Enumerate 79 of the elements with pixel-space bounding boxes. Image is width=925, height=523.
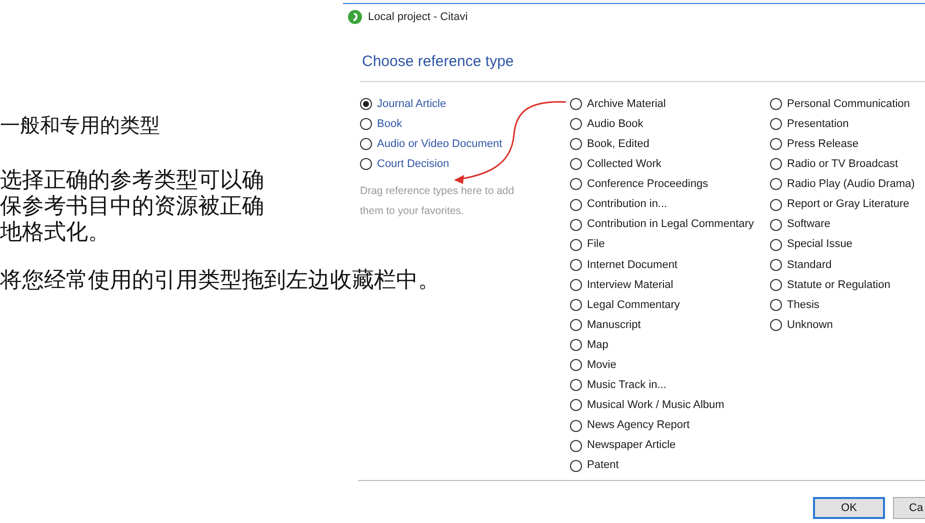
notes-heading: 一般和专用的类型 [0,114,161,139]
reference-type-label[interactable]: Unknown [787,316,833,334]
radio-button[interactable] [570,158,582,170]
radio-button[interactable] [570,440,582,452]
radio-button[interactable] [770,98,782,110]
radio-button[interactable] [570,379,582,392]
radio-button[interactable] [570,218,582,231]
radio-button[interactable] [570,278,582,291]
radio-button[interactable] [770,278,782,291]
radio-button[interactable] [360,118,372,130]
radio-button[interactable] [570,118,582,130]
reference-type-label[interactable]: Musical Work / Music Album [587,397,724,414]
radio-button[interactable] [770,218,782,231]
favorites-hint: Drag reference types here to add them to your favorites. [360,184,516,220]
reference-type-label[interactable]: Standard [787,256,832,274]
reference-type-label[interactable]: Contribution in... [587,196,668,213]
reference-type-label[interactable]: Book, Edited [587,136,650,152]
radio-button[interactable] [770,198,782,211]
app-logo-icon [348,10,362,24]
notes-paragraph: 将您经常使用的引用类型拖到左边收藏栏中。 [0,267,441,293]
reference-type-label[interactable]: News Agency Report [587,417,690,434]
reference-type-label[interactable]: Archive Material [587,96,666,112]
reference-type-label[interactable]: Journal Article [377,96,446,112]
radio-button[interactable] [570,319,582,332]
reference-type-label[interactable]: Press Release [787,136,859,152]
reference-type-label[interactable]: Software [787,216,830,233]
radio-button[interactable] [570,198,582,211]
window-title: Local project - Citavi [368,10,468,25]
reference-type-label[interactable]: Presentation [787,116,849,132]
radio-button[interactable] [770,258,782,271]
radio-button[interactable] [770,238,782,251]
reference-type-label[interactable]: Court Decision [377,156,450,173]
reference-type-label[interactable]: Internet Document [587,256,678,274]
radio-button[interactable] [570,178,582,190]
dialog-button[interactable]: Ca [893,497,925,519]
radio-button[interactable] [770,178,782,190]
radio-button[interactable] [570,339,582,352]
reference-type-label[interactable]: Conference Proceedings [587,176,708,193]
dialog-heading: Choose reference type [362,53,514,70]
radio-button[interactable] [570,258,582,271]
reference-type-label[interactable]: Audio or Video Document [377,136,502,152]
radio-button[interactable] [360,138,372,150]
radio-button[interactable] [570,98,582,110]
reference-type-label[interactable]: File [587,236,605,253]
reference-type-label[interactable]: Newspaper Article [587,437,676,454]
reference-type-label[interactable]: Audio Book [587,116,644,132]
reference-type-label[interactable]: Contribution in Legal Commentary [587,216,754,233]
reference-type-label[interactable]: Map [587,336,608,354]
radio-button[interactable] [770,118,782,130]
reference-type-label[interactable]: Special Issue [787,236,852,253]
reference-type-label[interactable]: Personal Communication [787,96,910,112]
reference-type-label[interactable]: Radio Play (Audio Drama) [787,176,915,193]
reference-type-label[interactable]: Movie [587,357,616,374]
notes-paragraph: 选择正确的参考类型可以确保参考书目中的资源被正确地格式化。 [0,167,265,245]
radio-button[interactable] [770,138,782,150]
reference-type-label[interactable]: Music Track in... [587,377,666,394]
radio-button[interactable] [570,420,582,432]
radio-button[interactable] [570,138,582,150]
radio-button[interactable] [570,460,582,472]
reference-type-label[interactable]: Interview Material [587,276,674,294]
radio-button[interactable] [570,298,582,311]
reference-type-label[interactable]: Patent [587,457,619,474]
reference-type-label[interactable]: Statute or Regulation [787,276,890,294]
radio-button[interactable] [570,238,582,251]
radio-button[interactable] [770,158,782,170]
radio-button[interactable] [360,98,372,110]
radio-button[interactable] [570,399,582,412]
reference-type-label[interactable]: Report or Gray Literature [787,196,910,213]
radio-button[interactable] [570,359,582,372]
reference-type-label[interactable]: Thesis [787,296,820,314]
reference-type-label[interactable]: Radio or TV Broadcast [787,156,898,173]
reference-type-label[interactable]: Book [377,116,402,132]
reference-type-label[interactable]: Manuscript [587,316,641,334]
reference-type-label[interactable]: Collected Work [587,156,662,173]
radio-button[interactable] [770,298,782,311]
dialog-button[interactable]: OK [813,497,885,519]
reference-type-label[interactable]: Legal Commentary [587,296,680,314]
radio-button[interactable] [770,319,782,332]
radio-button[interactable] [360,158,372,170]
